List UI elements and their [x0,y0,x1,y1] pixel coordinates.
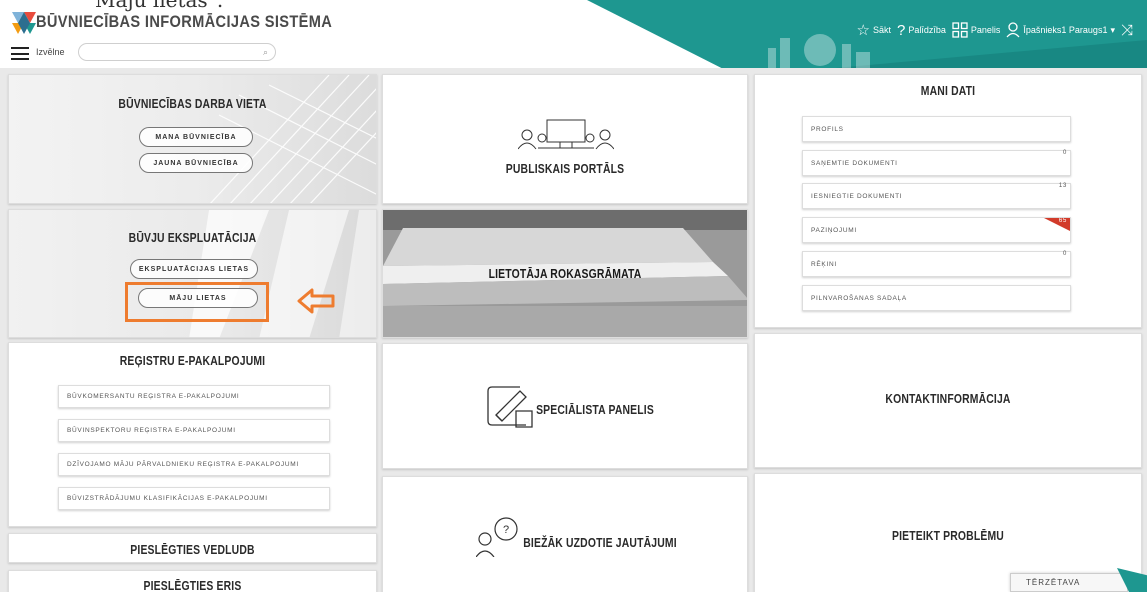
app-header: Māju lietas". BŪVNIECĪBAS INFORMĀCIJAS S… [0,0,1147,68]
card-title: PIESLĒGTIES ERIS [143,578,242,592]
star-icon: ☆ [856,21,870,39]
card-pieslegties-eris[interactable]: PIESLĒGTIES ERIS [8,570,377,592]
notification-count: 65 [1058,218,1067,224]
card-kontaktinformacija[interactable]: KONTAKTINFORMĀCIJA [754,333,1142,468]
nav-panel-label: Panelis [970,25,1001,35]
card-buvniecibas-darba-vieta: BŪVNIECĪBAS DARBA VIETA MANA BŪVNIECĪBA … [8,74,377,204]
card-buvju-ekspluatacija: BŪVJU EKSPLUATĀCIJA EKSPLUATĀCIJAS LIETA… [8,209,377,338]
registry-item-buvkomersanti[interactable]: BŪVKOMERSANTU REĢISTRA E-PAKALPOJUMI [58,385,330,408]
card-title: PUBLISKAIS PORTĀLS [505,161,625,176]
search-input[interactable]: ⌕ [78,43,276,61]
card-title: PIETEIKT PROBLĒMU [892,528,1004,543]
nav-help-label: Palīdzība [908,25,946,35]
card-biezak-uzdotie-jautajumi[interactable]: ? BIEŽĀK UZDOTIE JAUTĀJUMI [382,476,748,592]
card-title: REĢISTRU E-PAKALPOJUMI [119,353,266,368]
registry-item-klasifikacija[interactable]: BŪVIZSTRĀDĀJUMU KLASIFIKĀCIJAS E-PAKALPO… [58,487,330,510]
item-label: PILNVAROŠANAS SADAĻA [811,294,907,302]
nav-user[interactable]: Īpašnieks1 Paraugs1 ▾ [1006,22,1115,38]
card-registru-e-pakalpojumi: REĢISTRU E-PAKALPOJUMI BŪVKOMERSANTU REĢ… [8,342,377,527]
search-icon[interactable]: ⌕ [263,47,268,58]
card-mani-dati: MANI DATI PROFILS SAŅEMTIE DOKUMENTI 0 I… [754,74,1142,328]
card-publiskais-portals[interactable]: PUBLISKAIS PORTĀLS [382,74,748,204]
nav-exit[interactable]: ⤨ [1121,23,1133,38]
user-icon [1006,22,1020,38]
exit-icon: ⤨ [1120,21,1133,39]
nav-user-label: Īpašnieks1 Paraugs1 [1023,25,1108,35]
card-specialista-panelis[interactable]: SPECIĀLISTA PANELIS [382,343,748,469]
chat-tab[interactable]: TĒRZĒTAVA [1010,573,1128,592]
item-label: PAZIŅOJUMI [811,226,857,234]
item-label: RĒĶINI [811,260,837,268]
card-pieslegties-vedludb[interactable]: PIESLĒGTIES VEDLUDB [8,533,377,563]
chat-tab-label: TĒRZĒTAVA [1026,578,1081,587]
nav-panel[interactable]: Panelis [952,22,1001,38]
mani-dati-item-rekini[interactable]: RĒĶINI 0 [802,251,1071,277]
cropped-caption-text: Māju lietas". [95,0,224,12]
people-monitor-icon [518,119,614,150]
registry-item-maju-parvaldnieki[interactable]: DZĪVOJAMO MĀJU PĀRVALDNIEKU REĢISTRA E-P… [58,453,330,476]
arrow-left-icon [297,288,335,314]
card-title: BIEŽĀK UZDOTIE JAUTĀJUMI [523,535,677,550]
grid-icon [952,22,968,38]
ekspluatacijas-lietas-button[interactable]: EKSPLUATĀCIJAS LIETAS [130,259,258,279]
registry-item-buvinspektori[interactable]: BŪVINSPEKTORU REĢISTRA E-PAKALPOJUMI [58,419,330,442]
card-title: MANI DATI [920,83,976,98]
mana-buvnieciba-button[interactable]: MANA BŪVNIECĪBA [139,127,253,147]
mani-dati-item-iesniegtie[interactable]: IESNIEGTIE DOKUMENTI 13 [802,183,1071,209]
card-title: KONTAKTINFORMĀCIJA [885,391,1011,406]
app-title[interactable]: BŪVNIECĪBAS INFORMĀCIJAS SISTĒMA [36,12,332,32]
count-badge: 13 [1058,183,1067,189]
question-icon: ? [896,21,906,39]
nav-help[interactable]: ? Palīdzība [897,23,946,38]
card-title: SPECIĀLISTA PANELIS [536,402,654,417]
nav-start[interactable]: ☆ Sākt [857,23,891,38]
item-label: IESNIEGTIE DOKUMENTI [811,192,903,200]
count-badge: 0 [1062,251,1067,257]
mani-dati-item-profils[interactable]: PROFILS [802,116,1071,142]
card-title: LIETOTĀJA ROKASGRĀMATA [488,266,642,281]
count-badge: 0 [1062,150,1067,156]
card-title: PIESLĒGTIES VEDLUDB [130,542,255,557]
item-label: SAŅEMTIE DOKUMENTI [811,159,898,167]
notification-badge: 65 [1044,218,1070,231]
card-lietotaja-rokasgramata[interactable]: LIETOTĀJA ROKASGRĀMATA [382,209,748,338]
card-title: BŪVNIECĪBAS DARBA VIETA [118,96,267,111]
item-label: PROFILS [811,125,844,133]
card-title: BŪVJU EKSPLUATĀCIJA [128,230,257,245]
nav-start-label: Sākt [872,25,891,35]
maju-lietas-highlight-box [125,282,269,322]
hamburger-menu-icon[interactable] [11,47,29,60]
bis-logo-icon[interactable] [12,12,36,34]
jauna-buvnieciba-button[interactable]: JAUNA BŪVNIECĪBA [139,153,253,173]
mani-dati-item-pilnvarosanas[interactable]: PILNVAROŠANAS SADAĻA [802,285,1071,311]
mani-dati-item-pazinojumi[interactable]: PAZIŅOJUMI 65 [802,217,1071,243]
header-nav: ☆ Sākt ? Palīdzība Panelis Īpašnieks1 Para… [857,22,1133,38]
mani-dati-item-sanemtie[interactable]: SAŅEMTIE DOKUMENTI 0 [802,150,1071,176]
chevron-down-icon: ▾ [1110,24,1115,35]
menu-label[interactable]: Izvēlne [36,47,65,57]
